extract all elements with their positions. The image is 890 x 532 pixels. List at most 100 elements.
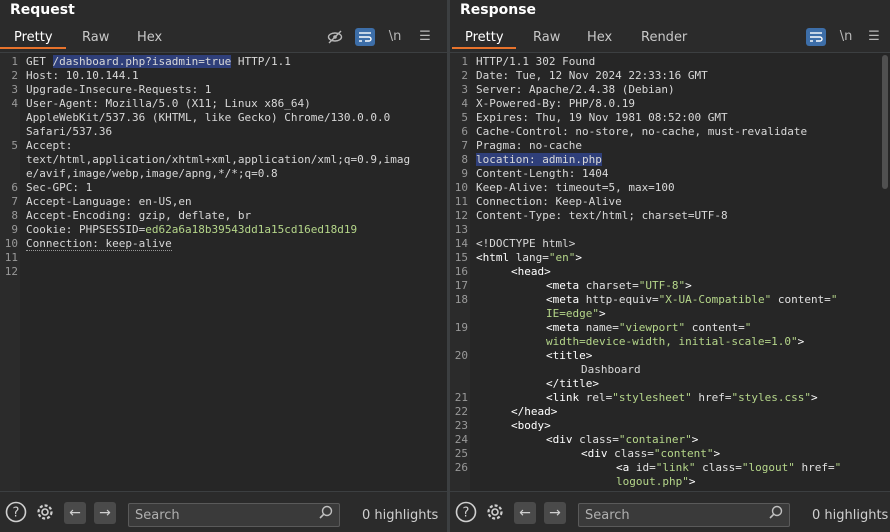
head-close-tag: </head> — [511, 405, 558, 418]
attr-name: charset= — [579, 279, 639, 292]
attr-name: name= — [579, 321, 619, 334]
menu-icon[interactable]: ☰ — [415, 28, 435, 46]
request-path: /dashboard.php?isadmin=true — [52, 55, 232, 68]
attr-name: content= — [685, 321, 745, 334]
active-tab-indicator — [452, 47, 516, 49]
html-line-wrap: IE=edge"> — [546, 307, 606, 320]
header-line: Connection: Keep-Alive — [476, 195, 622, 208]
line-number: 2 — [11, 69, 18, 82]
tag-close: > — [685, 279, 692, 292]
header-line: Server: Apache/2.4.38 (Debian) — [476, 83, 675, 96]
line-number: 12 — [454, 209, 468, 222]
request-tab-hex[interactable]: Hex — [137, 30, 162, 45]
html-line: <meta name="viewport" content=" — [546, 321, 751, 334]
line-number: 10 — [454, 181, 468, 194]
response-tab-pretty[interactable]: Pretty — [465, 30, 504, 45]
div-tag: <div — [546, 433, 573, 446]
wrap-lines-icon[interactable] — [806, 28, 826, 46]
search-input[interactable] — [129, 504, 316, 526]
html-line: <meta charset="UTF-8"> — [546, 279, 692, 292]
settings-gear-icon[interactable] — [34, 501, 56, 523]
meta-tag: <meta — [546, 279, 580, 292]
line-number: 9 — [11, 223, 18, 236]
body-tag: <body> — [511, 419, 551, 432]
next-arrow-icon[interactable]: → — [94, 502, 116, 524]
cookie-key: Cookie: PHPSESSID= — [26, 223, 146, 236]
attr-value: "stylesheet" — [612, 391, 692, 404]
response-title: Response — [460, 2, 537, 18]
head-tag: <head> — [511, 265, 551, 278]
previous-arrow-icon[interactable]: ← — [64, 502, 86, 524]
line-number: 10 — [4, 237, 18, 250]
html-line: <a id="link" class="logout" href=" — [616, 461, 841, 474]
response-tab-render[interactable]: Render — [641, 30, 687, 45]
header-line: Connection: keep-alive — [26, 237, 172, 251]
attr-name: class= — [572, 433, 619, 446]
line-number: 13 — [454, 223, 468, 236]
attr-value: logout.php" — [616, 475, 689, 488]
newline-toggle-icon[interactable]: \n — [385, 28, 405, 46]
line-number: 3 — [11, 83, 18, 96]
html-line: <head> — [511, 265, 551, 278]
header-line: Upgrade-Insecure-Requests: 1 — [26, 83, 212, 96]
svg-text:?: ? — [13, 506, 20, 521]
help-icon[interactable]: ? — [5, 501, 27, 523]
html-line: Dashboard — [581, 363, 641, 376]
svg-text:?: ? — [463, 506, 470, 521]
line-number: 6 — [461, 125, 468, 138]
newline-toggle-icon[interactable]: \n — [836, 28, 856, 46]
connection-header: Connection: keep-alive — [26, 237, 172, 251]
search-input[interactable] — [579, 504, 766, 526]
attr-name: lang= — [509, 251, 549, 264]
previous-arrow-icon[interactable]: ← — [514, 502, 536, 524]
attr-value: "logout" — [741, 461, 795, 474]
anchor-tag: <a — [616, 461, 630, 474]
line-number: 18 — [454, 293, 468, 306]
tag-close: > — [810, 391, 818, 404]
tag-close: > — [691, 433, 699, 446]
tag-close: > — [598, 307, 606, 320]
attr-value: width=device-width, initial-scale=1.0" — [546, 335, 798, 348]
tag-close: > — [575, 251, 582, 264]
settings-gear-icon[interactable] — [484, 501, 506, 523]
header-line-wrap: e/avif,image/webp,image/apng,*/*;q=0.8 — [26, 167, 278, 180]
search-icon[interactable] — [767, 505, 785, 523]
attr-name: href= — [794, 461, 835, 474]
line-number: 16 — [454, 265, 468, 278]
response-tab-raw[interactable]: Raw — [533, 30, 560, 45]
response-bottom-bar: ? ← → 0 highlights — [450, 491, 890, 532]
line-number: 3 — [461, 83, 468, 96]
line-number: 1 — [11, 55, 18, 68]
response-editor[interactable]: 1 2 3 4 5 6 7 8 9 10 11 12 13 14 15 16 1… — [450, 52, 890, 492]
wrap-lines-icon[interactable] — [355, 28, 375, 46]
vertical-scrollbar[interactable] — [882, 55, 888, 189]
attr-value: " — [744, 321, 752, 334]
search-icon[interactable] — [317, 505, 335, 523]
header-line: Date: Tue, 12 Nov 2024 22:33:16 GMT — [476, 69, 708, 82]
help-icon[interactable]: ? — [455, 501, 477, 523]
line-number: 19 — [454, 321, 468, 334]
attr-name: content= — [771, 293, 831, 306]
line-number: 22 — [454, 405, 468, 418]
header-line: Accept-Encoding: gzip, deflate, br — [26, 209, 252, 222]
request-tab-pretty[interactable]: Pretty — [14, 30, 53, 45]
response-tab-hex[interactable]: Hex — [587, 30, 612, 45]
tag-close: > — [688, 475, 696, 488]
location-header-line: location: admin.php — [476, 153, 602, 166]
header-line-wrap: AppleWebKit/537.36 (KHTML, like Gecko) C… — [26, 111, 391, 124]
menu-icon[interactable]: ☰ — [864, 28, 884, 46]
div-tag: <div — [581, 447, 608, 460]
link-tag: <link — [546, 391, 580, 404]
line-number: 2 — [461, 69, 468, 82]
hide-eye-icon[interactable] — [325, 28, 345, 46]
html-line: </head> — [511, 405, 557, 418]
request-editor[interactable]: 1 2 3 4 5 6 7 8 9 10 11 12 GET /dashboar… — [0, 52, 447, 492]
title-close-tag: </title> — [546, 377, 599, 390]
request-tab-raw[interactable]: Raw — [82, 30, 109, 45]
attr-value: "styles.css" — [731, 391, 811, 404]
highlight-count: 0 highlights — [812, 508, 889, 523]
cookie-value: ed62a6a18b39543dd1a15cd16ed18d19 — [145, 223, 358, 236]
line-number: 4 — [461, 97, 468, 110]
next-arrow-icon[interactable]: → — [544, 502, 566, 524]
line-number: 4 — [11, 97, 18, 110]
